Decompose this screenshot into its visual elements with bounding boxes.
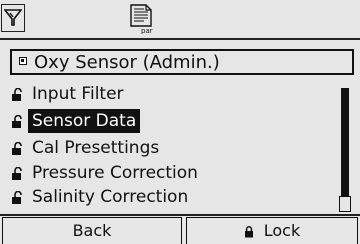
menu-item-salinity-correction[interactable]: Salinity Correction <box>10 185 330 209</box>
lock-open-icon <box>12 115 22 128</box>
lock-softkey-label: Lock <box>263 221 301 240</box>
back-softkey-label: Back <box>72 221 112 240</box>
doc-icon-caption: par <box>141 27 153 34</box>
menu-item-label: Input Filter <box>32 84 124 104</box>
menu-list: Input Filter Sensor Data Cal Presettings… <box>0 80 360 212</box>
menu-item-sensor-data[interactable]: Sensor Data <box>10 109 330 133</box>
lock-open-icon <box>12 88 22 101</box>
top-bar: par <box>0 0 360 40</box>
menu-item-label: Salinity Correction <box>32 187 189 207</box>
lock-open-icon <box>12 142 22 155</box>
lock-icon <box>244 225 253 237</box>
menu-item-label: Cal Presettings <box>32 138 160 158</box>
parameter-document-icon: par <box>130 4 153 34</box>
header-divider <box>0 38 360 40</box>
scrollbar-thumb[interactable] <box>341 88 349 200</box>
menu-item-cal-presettings[interactable]: Cal Presettings <box>10 136 330 160</box>
menu-item-label: Sensor Data <box>28 109 141 133</box>
menu-title-box: Oxy Sensor (Admin.) <box>10 49 354 75</box>
lock-softkey[interactable]: Lock <box>186 217 358 244</box>
scrollbar-end <box>339 196 351 212</box>
lock-open-icon <box>12 167 22 180</box>
menu-tab-icon[interactable] <box>1 4 25 32</box>
softkey-divider <box>0 214 360 216</box>
funnel-menu-icon <box>4 9 22 26</box>
menu-item-label: Pressure Correction <box>32 163 198 183</box>
menu-item-input-filter[interactable]: Input Filter <box>10 82 330 106</box>
menu-title: Oxy Sensor (Admin.) <box>34 52 220 73</box>
back-softkey[interactable]: Back <box>2 217 182 244</box>
lock-open-icon <box>12 191 22 204</box>
menu-item-pressure-correction[interactable]: Pressure Correction <box>10 161 330 185</box>
title-marker-icon <box>19 57 27 65</box>
